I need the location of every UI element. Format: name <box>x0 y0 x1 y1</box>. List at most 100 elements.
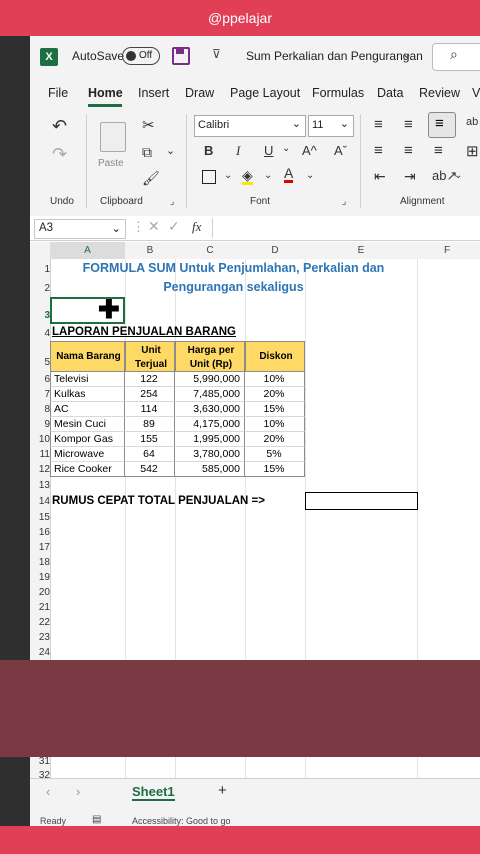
row-header[interactable]: 17 <box>30 542 50 553</box>
cell-unit-terjual[interactable]: 64 <box>125 447 175 462</box>
cell-harga[interactable]: 3,780,000 <box>175 447 245 462</box>
cell-nama-barang[interactable]: Televisi <box>50 372 125 387</box>
row-header[interactable]: 21 <box>30 602 50 613</box>
borders-dropdown-icon[interactable]: ⌄ <box>224 170 232 181</box>
copy-icon[interactable]: ⧉ <box>142 144 152 161</box>
row-header[interactable]: 7 <box>30 389 50 400</box>
col-header-f[interactable]: F <box>417 245 477 256</box>
cell-diskon[interactable]: 5% <box>245 447 305 462</box>
cell-nama-barang[interactable]: Rice Cooker <box>50 462 125 477</box>
sheet-tab-sheet1[interactable]: Sheet1 <box>132 784 175 801</box>
borders-icon[interactable] <box>202 170 216 184</box>
cell-unit-terjual[interactable]: 122 <box>125 372 175 387</box>
decrease-indent-icon[interactable]: ⇤ <box>374 168 386 185</box>
align-center-icon[interactable]: ≡ <box>404 142 413 159</box>
cell-nama-barang[interactable]: AC <box>50 402 125 417</box>
row-header[interactable]: 15 <box>30 512 50 523</box>
cell-diskon[interactable]: 10% <box>245 372 305 387</box>
cell-nama-barang[interactable]: Mesin Cuci <box>50 417 125 432</box>
underline-button[interactable]: U <box>264 143 273 158</box>
align-top-icon[interactable]: ≡ <box>374 116 383 133</box>
font-size-select[interactable]: 11 ⌄ <box>308 115 354 137</box>
row-header[interactable]: 24 <box>30 647 50 658</box>
tab-formulas[interactable]: Formulas <box>312 86 364 100</box>
grow-font-button[interactable]: A^ <box>302 143 317 158</box>
row-header[interactable]: 11 <box>30 449 50 460</box>
document-title[interactable]: Sum Perkalian dan Pengurangan <box>246 49 423 63</box>
prev-sheet-icon[interactable]: ‹ <box>46 784 50 799</box>
row-header[interactable]: 5 <box>30 357 50 368</box>
fill-color-icon[interactable]: ◈ <box>242 168 253 185</box>
cell-unit-terjual[interactable]: 254 <box>125 387 175 402</box>
font-name-select[interactable]: Calibri ⌄ <box>194 115 306 137</box>
row-header[interactable]: 14 <box>30 496 50 507</box>
orientation-dropdown-icon[interactable]: ⌄ <box>454 170 462 181</box>
insert-function-button[interactable]: fx <box>192 219 201 235</box>
formula-input[interactable] <box>212 218 480 238</box>
row-header[interactable]: 13 <box>30 480 50 491</box>
row-header[interactable]: 20 <box>30 587 50 598</box>
row-header[interactable]: 18 <box>30 557 50 568</box>
row-header[interactable]: 6 <box>30 374 50 385</box>
col-header-e[interactable]: E <box>305 245 417 256</box>
cell-harga[interactable]: 7,485,000 <box>175 387 245 402</box>
font-color-icon[interactable]: A <box>284 166 294 183</box>
cell-harga[interactable]: 4,175,000 <box>175 417 245 432</box>
fill-color-dropdown-icon[interactable]: ⌄ <box>264 170 272 181</box>
row-header[interactable]: 12 <box>30 464 50 475</box>
cell-diskon[interactable]: 20% <box>245 387 305 402</box>
row-header[interactable]: 4 <box>30 328 50 339</box>
row-header[interactable]: 19 <box>30 572 50 583</box>
cell-nama-barang[interactable]: Microwave <box>50 447 125 462</box>
row-header[interactable]: 10 <box>30 434 50 445</box>
font-launcher-icon[interactable]: ⌟ <box>342 196 346 207</box>
row-header[interactable]: 23 <box>30 632 50 643</box>
align-left-icon[interactable]: ≡ <box>374 142 383 159</box>
row-header[interactable]: 1 <box>30 264 50 275</box>
align-right-icon[interactable]: ≡ <box>434 142 443 159</box>
col-header-a[interactable]: A <box>50 245 125 256</box>
tab-review[interactable]: Review <box>419 86 460 100</box>
row-header[interactable]: 9 <box>30 419 50 430</box>
italic-button[interactable]: I <box>236 143 240 159</box>
macro-icon[interactable]: ▤ <box>92 814 101 825</box>
align-middle-icon[interactable]: ≡ <box>404 116 413 133</box>
autosave-toggle[interactable]: Off <box>122 47 160 65</box>
tab-data[interactable]: Data <box>377 86 403 100</box>
cell-nama-barang[interactable]: Kulkas <box>50 387 125 402</box>
row-header[interactable]: 31 <box>30 756 50 767</box>
tab-home[interactable]: Home <box>88 86 123 100</box>
redo-icon[interactable]: ↷ <box>52 144 67 165</box>
row-header[interactable]: 2 <box>30 283 50 294</box>
save-icon[interactable] <box>172 47 190 65</box>
align-bottom-button[interactable]: ≡ <box>428 112 456 138</box>
cell-harga[interactable]: 585,000 <box>175 462 245 477</box>
row-header[interactable]: 3 <box>30 310 50 321</box>
row-header[interactable]: 8 <box>30 404 50 415</box>
increase-indent-icon[interactable]: ⇥ <box>404 168 416 185</box>
add-sheet-button[interactable]: + <box>218 782 227 799</box>
font-color-dropdown-icon[interactable]: ⌄ <box>306 170 314 181</box>
cell-unit-terjual[interactable]: 114 <box>125 402 175 417</box>
cell-unit-terjual[interactable]: 155 <box>125 432 175 447</box>
cell-harga[interactable]: 5,990,000 <box>175 372 245 387</box>
col-header-b[interactable]: B <box>125 245 175 256</box>
cell-harga[interactable]: 3,630,000 <box>175 402 245 417</box>
tab-page-layout[interactable]: Page Layout <box>230 86 300 100</box>
accessibility-status[interactable]: Accessibility: Good to go <box>132 816 231 826</box>
clipboard-launcher-icon[interactable]: ⌟ <box>170 196 174 207</box>
search-icon[interactable]: ⌕ <box>450 46 458 63</box>
cell-diskon[interactable]: 15% <box>245 402 305 417</box>
tab-insert[interactable]: Insert <box>138 86 169 100</box>
copy-dropdown-icon[interactable]: ⌄ <box>166 144 175 157</box>
wrap-text-icon[interactable]: ab <box>466 116 478 128</box>
cell-diskon[interactable]: 20% <box>245 432 305 447</box>
col-header-c[interactable]: C <box>175 245 245 256</box>
paste-label[interactable]: Paste <box>98 158 124 169</box>
tab-view[interactable]: V <box>472 86 480 100</box>
underline-dropdown-icon[interactable]: ⌄ <box>282 143 290 154</box>
format-painter-icon[interactable]: 🖌 <box>142 170 160 187</box>
cell-nama-barang[interactable]: Kompor Gas <box>50 432 125 447</box>
cancel-icon[interactable]: ✕ <box>148 218 160 235</box>
cut-icon[interactable]: ✂ <box>142 116 155 134</box>
